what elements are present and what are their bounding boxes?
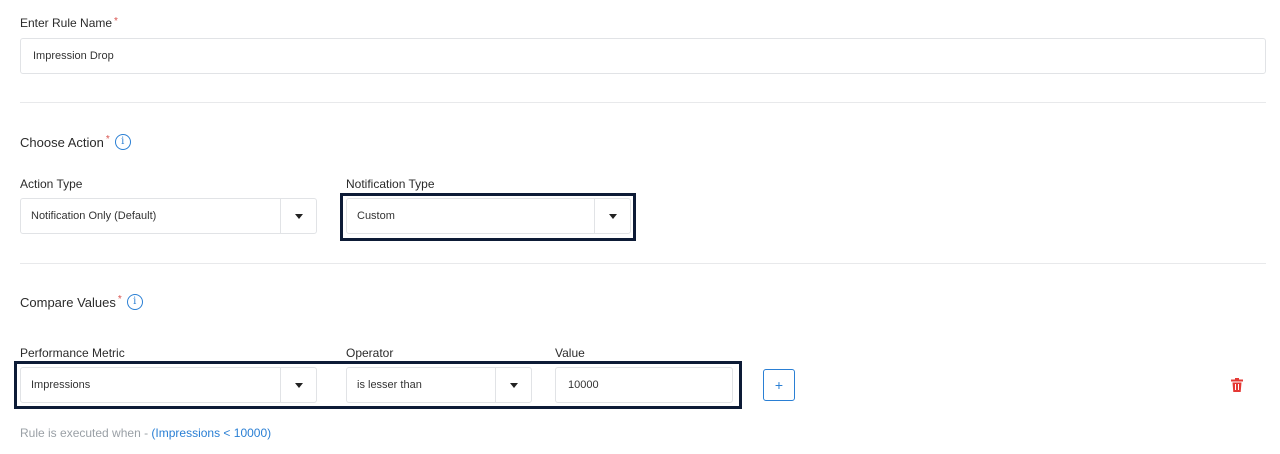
rule-summary: Rule is executed when - (Impressions < 1… [20, 426, 271, 440]
action-type-value: Notification Only (Default) [31, 210, 157, 222]
rule-name-label: Enter Rule Name * [20, 16, 118, 30]
value-label: Value [555, 346, 585, 360]
rule-name-label-text: Enter Rule Name [20, 16, 113, 30]
notification-type-value: Custom [357, 210, 395, 222]
action-type-label: Action Type [20, 177, 83, 191]
section-divider [20, 263, 1266, 264]
choose-action-title: Choose Action * i [20, 134, 131, 150]
notification-type-label: Notification Type [346, 177, 435, 191]
section-divider [20, 102, 1266, 103]
dropdown-arrow[interactable] [280, 199, 316, 233]
chevron-down-icon [608, 213, 617, 219]
required-mark: * [114, 16, 118, 27]
rule-name-input[interactable]: Impression Drop [20, 38, 1266, 74]
operator-label: Operator [346, 346, 394, 360]
required-mark: * [105, 133, 110, 145]
performance-metric-label: Performance Metric [20, 346, 125, 360]
required-mark: * [117, 293, 122, 305]
compare-values-title-text: Compare Values [20, 294, 116, 310]
info-icon[interactable]: i [126, 294, 143, 310]
value-input-value: 10000 [568, 379, 599, 391]
action-type-select[interactable]: Notification Only (Default) [20, 198, 317, 234]
performance-metric-value: Impressions [31, 379, 91, 391]
info-icon[interactable]: i [114, 134, 131, 150]
operator-value: is lesser than [357, 379, 422, 391]
trash-icon[interactable] [1231, 378, 1243, 392]
dropdown-arrow[interactable] [594, 199, 630, 233]
value-input[interactable]: 10000 [555, 367, 733, 403]
notification-type-select[interactable]: Custom [346, 198, 631, 234]
operator-select[interactable]: is lesser than [346, 367, 532, 403]
chevron-down-icon [294, 213, 303, 219]
rule-summary-expression: (Impressions < 10000) [151, 426, 272, 440]
rule-summary-prefix: Rule is executed when - [20, 426, 152, 440]
dropdown-arrow[interactable] [280, 368, 316, 402]
rule-name-value: Impression Drop [33, 50, 114, 62]
dropdown-arrow[interactable] [495, 368, 531, 402]
chevron-down-icon [294, 382, 303, 388]
compare-values-title: Compare Values * i [20, 294, 143, 310]
choose-action-title-text: Choose Action [20, 134, 104, 150]
add-condition-button[interactable]: + [763, 369, 795, 401]
rule-editor: Enter Rule Name * Impression Drop Choose … [0, 0, 1280, 454]
chevron-down-icon [509, 382, 518, 388]
performance-metric-select[interactable]: Impressions [20, 367, 317, 403]
